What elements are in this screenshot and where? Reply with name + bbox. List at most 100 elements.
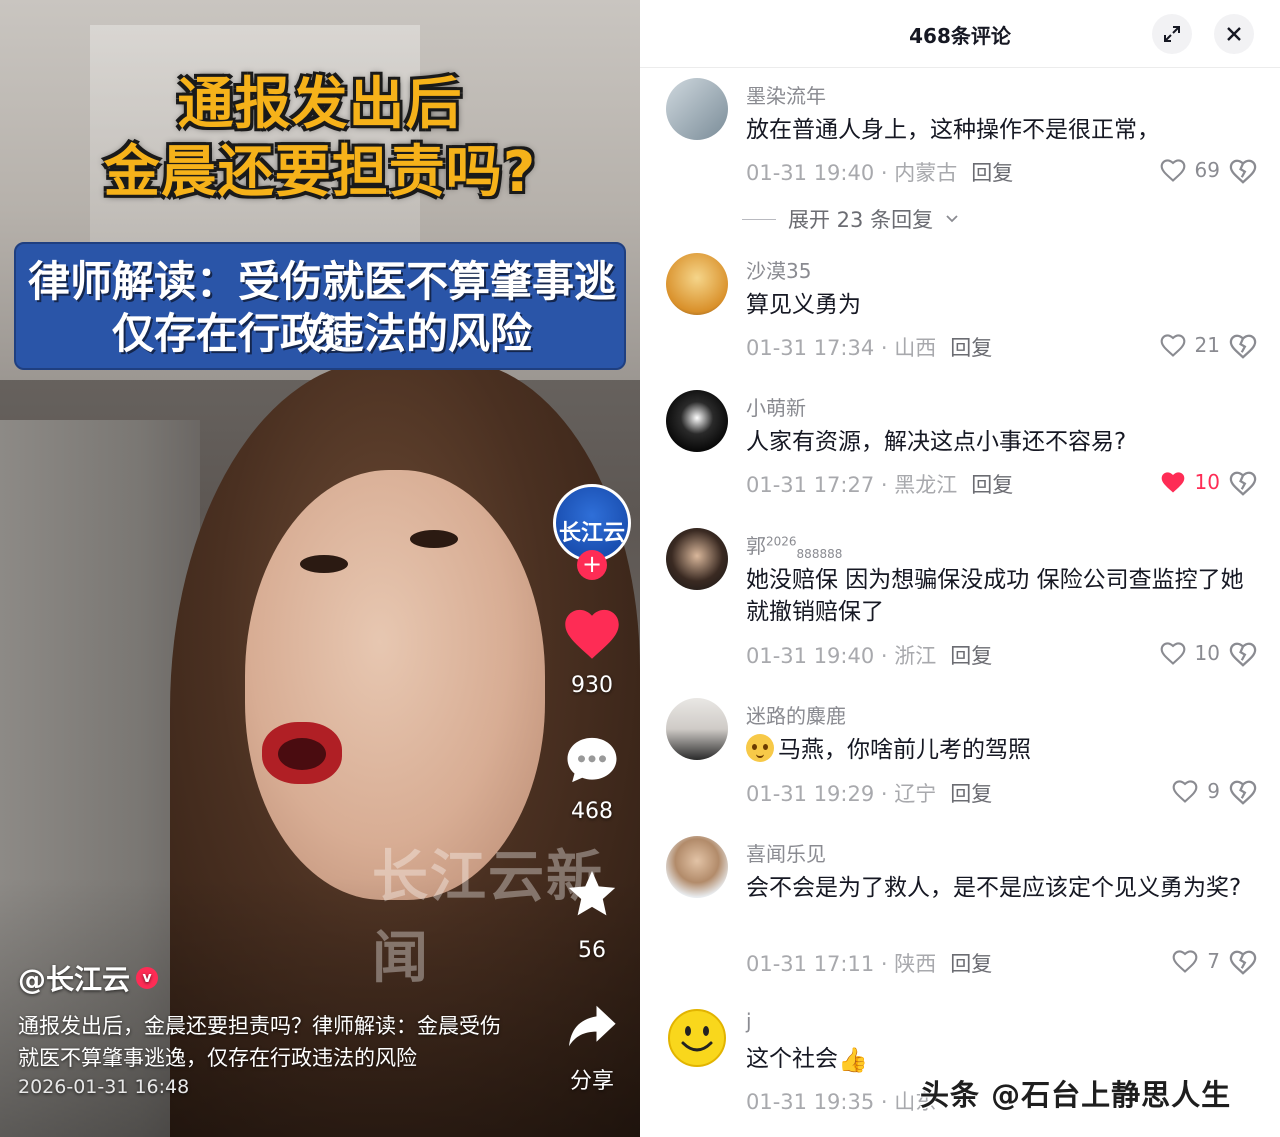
like-button[interactable] xyxy=(560,600,624,664)
reply-button[interactable]: 回复 xyxy=(950,782,992,806)
comment-button[interactable] xyxy=(560,728,624,792)
broken-heart-icon[interactable] xyxy=(1228,947,1258,977)
comment-like-count: 9 xyxy=(1207,779,1220,803)
expand-replies-button[interactable]: 展开 23 条回复 xyxy=(742,204,959,234)
video-author[interactable]: @长江云 v xyxy=(18,958,159,998)
comment-username[interactable]: 小萌新 xyxy=(746,392,806,421)
comment-text: 她没赔保 因为想骗保没成功 保险公司查监控了她就撤销赔保了 xyxy=(746,567,1244,625)
comment-location: 浙江 xyxy=(894,644,937,668)
reply-button[interactable]: 回复 xyxy=(950,336,992,360)
comment-meta: 01-31 19:40 · 内蒙古 回复 xyxy=(746,157,1013,187)
comment-time: 01-31 17:11 xyxy=(746,952,875,976)
user-avatar[interactable] xyxy=(666,1007,728,1069)
heart-outline-icon xyxy=(1160,334,1185,357)
comment-like-count: 10 xyxy=(1194,470,1220,494)
author-name[interactable]: @长江云 xyxy=(18,958,130,998)
comment-like-button[interactable]: 10 xyxy=(1159,469,1220,495)
comment-like-button[interactable]: 21 xyxy=(1159,332,1220,358)
comment-username[interactable]: 郭2026888888 xyxy=(746,530,842,561)
comment-like-button[interactable]: 10 xyxy=(1159,640,1220,666)
star-icon xyxy=(568,871,616,916)
video-player[interactable]: 通报发出后 金晨还要担责吗? 律师解读：受伤就医不算肇事逃逸 仅存在行政违法的风… xyxy=(0,0,640,1137)
heart-outline-icon xyxy=(1172,780,1198,803)
comment-meta: 01-31 19:35 · 山东 xyxy=(746,1086,936,1116)
divider-line xyxy=(742,218,776,220)
comment-username[interactable]: 喜闻乐见 xyxy=(746,838,826,867)
favorite-button[interactable] xyxy=(560,862,624,926)
comment-like-count: 7 xyxy=(1207,949,1220,973)
comment-meta: 01-31 17:34 · 山西 回复 xyxy=(746,332,992,362)
expand-button[interactable] xyxy=(1152,14,1192,54)
comment-time: 01-31 19:40 xyxy=(746,161,875,185)
video-subject-eye xyxy=(410,530,458,548)
share-arrow-icon xyxy=(569,1005,616,1047)
channel-logo-text: 长江云 xyxy=(558,521,625,546)
comment-like-count: 10 xyxy=(1194,641,1220,665)
follow-button[interactable]: + xyxy=(577,550,607,580)
user-avatar[interactable] xyxy=(666,698,728,760)
comment-text: 马燕，你啥前儿考的驾照 xyxy=(746,734,1256,766)
user-avatar[interactable] xyxy=(666,836,728,898)
comment-username[interactable]: 沙漠35 xyxy=(746,255,811,284)
comment-location: 内蒙古 xyxy=(894,161,958,185)
video-publish-time: 2026-01-31 16:48 xyxy=(18,1076,190,1098)
meta-separator: · xyxy=(874,782,895,806)
chevron-down-icon xyxy=(946,215,958,223)
video-subject-eye xyxy=(300,555,348,573)
comment-like-button[interactable]: 9 xyxy=(1171,778,1220,804)
comment-like-button[interactable]: 7 xyxy=(1171,948,1220,974)
video-banner: 律师解读：受伤就医不算肇事逃逸 仅存在行政违法的风险 xyxy=(14,242,626,370)
video-headline-line2: 金晨还要担责吗? xyxy=(103,140,537,205)
comment-meta: 01-31 17:27 · 黑龙江 回复 xyxy=(746,469,1013,499)
user-avatar[interactable] xyxy=(666,528,728,590)
comment-location: 陕西 xyxy=(894,952,937,976)
video-caption: 通报发出后，金晨还要担责吗？律师解读：金晨受伤就医不算肇事逃逸，仅存在行政违法的… xyxy=(18,1014,501,1070)
meta-separator: · xyxy=(874,952,895,976)
toutiao-watermark: 头条 @石台上静思人生 xyxy=(920,1078,1232,1112)
meta-separator: · xyxy=(874,473,895,497)
reply-button[interactable]: 回复 xyxy=(950,644,992,668)
comment-like-count: 21 xyxy=(1194,333,1220,357)
share-label: 分享 xyxy=(569,1069,614,1094)
reply-button[interactable]: 回复 xyxy=(971,473,1013,497)
reply-button[interactable]: 回复 xyxy=(950,952,992,976)
comment-meta: 01-31 19:40 · 浙江 回复 xyxy=(746,640,992,670)
broken-heart-icon[interactable] xyxy=(1228,777,1258,807)
user-avatar[interactable] xyxy=(666,78,728,140)
comment-time: 01-31 17:34 xyxy=(746,336,875,360)
broken-heart-icon[interactable] xyxy=(1228,331,1258,361)
comment-like-button[interactable]: 69 xyxy=(1159,157,1220,183)
thumbs-up-emoji-icon: 👍 xyxy=(838,1046,868,1074)
heart-icon xyxy=(565,609,619,659)
video-banner-line2: 仅存在行政违法的风险 xyxy=(111,309,532,358)
verified-icon: v xyxy=(136,967,159,989)
user-avatar[interactable] xyxy=(666,390,728,452)
share-button[interactable] xyxy=(560,994,624,1058)
comments-header: 468条评论 xyxy=(640,0,1280,68)
comment-count: 468 xyxy=(571,799,613,824)
broken-heart-icon[interactable] xyxy=(1228,156,1258,186)
comment-username[interactable]: 墨染流年 xyxy=(746,80,826,109)
broken-heart-icon[interactable] xyxy=(1228,639,1258,669)
comment-icon xyxy=(567,737,617,783)
comment-time: 01-31 19:29 xyxy=(746,782,875,806)
reply-button[interactable]: 回复 xyxy=(971,161,1013,185)
comment-username[interactable]: j xyxy=(746,1009,752,1033)
username-sub: 888888 xyxy=(796,547,843,561)
meta-separator: · xyxy=(874,1090,895,1114)
user-avatar[interactable] xyxy=(666,253,728,315)
heart-outline-icon xyxy=(1160,159,1185,182)
favorite-count: 56 xyxy=(578,938,606,963)
comment-location: 山西 xyxy=(894,336,937,360)
meta-separator: · xyxy=(874,336,895,360)
close-button[interactable] xyxy=(1214,14,1254,54)
comment-location: 辽宁 xyxy=(894,782,937,806)
comment-meta: 01-31 17:11 · 陕西 回复 xyxy=(746,948,992,978)
expand-icon xyxy=(1164,26,1180,42)
username-main: 郭 xyxy=(746,534,766,558)
meta-separator: · xyxy=(874,161,895,185)
broken-heart-icon[interactable] xyxy=(1228,468,1258,498)
heart-outline-icon xyxy=(1160,642,1185,665)
heart-outline-icon xyxy=(1172,950,1198,973)
comment-username[interactable]: 迷路的麋鹿 xyxy=(746,700,846,729)
